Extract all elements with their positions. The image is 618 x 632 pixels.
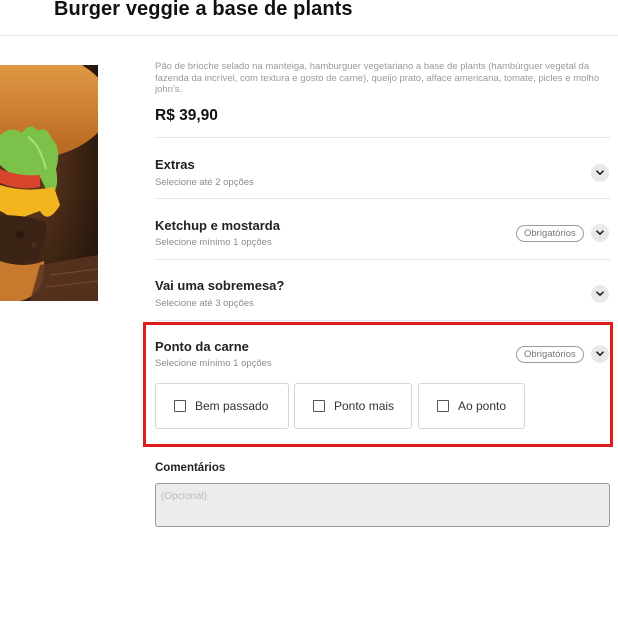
product-description: Pão de brioche selado na manteiga, hambu… [155, 61, 600, 95]
comments-input[interactable] [155, 483, 610, 527]
section-subtitle-ketchup: Selecione mínimo 1 opções [155, 237, 272, 248]
option-label: Bem passado [195, 399, 269, 413]
section-title-ketchup[interactable]: Ketchup e mostarda [155, 218, 280, 233]
checkbox-icon[interactable] [313, 400, 325, 412]
required-badge: Obrigatórios [516, 346, 584, 363]
required-badge: Obrigatórios [516, 225, 584, 242]
section-subtitle-ponto-carne: Selecione mínimo 1 opções [155, 358, 272, 369]
product-title: Burger veggie a base de plants [54, 0, 353, 20]
option-bem-passado[interactable]: Bem passado [155, 383, 289, 429]
chevron-down-icon [596, 351, 604, 356]
header-divider [0, 35, 618, 36]
expand-ketchup-button[interactable] [591, 224, 609, 242]
section-subtitle-sobremesa: Selecione até 3 opções [155, 298, 254, 309]
chevron-down-icon [596, 170, 604, 175]
comments-label: Comentários [155, 462, 226, 474]
divider [155, 137, 610, 138]
chevron-down-icon [596, 291, 604, 296]
checkbox-icon[interactable] [437, 400, 449, 412]
option-ponto-mais[interactable]: Ponto mais [294, 383, 412, 429]
product-image [0, 65, 98, 301]
option-ao-ponto[interactable]: Ao ponto [418, 383, 525, 429]
chevron-down-icon [596, 230, 604, 235]
product-price: R$ 39,90 [155, 107, 218, 124]
divider [155, 198, 610, 199]
section-title-sobremesa[interactable]: Vai uma sobremesa? [155, 278, 284, 293]
expand-sobremesa-button[interactable] [591, 285, 609, 303]
divider [155, 320, 610, 321]
expand-ponto-carne-button[interactable] [591, 345, 609, 363]
expand-extras-button[interactable] [591, 164, 609, 182]
section-subtitle-extras: Selecione até 2 opções [155, 177, 254, 188]
section-title-extras[interactable]: Extras [155, 157, 195, 172]
option-label: Ponto mais [334, 399, 395, 413]
section-title-ponto-carne[interactable]: Ponto da carne [155, 339, 249, 354]
checkbox-icon[interactable] [174, 400, 186, 412]
option-label: Ao ponto [458, 399, 507, 413]
divider [155, 259, 610, 260]
